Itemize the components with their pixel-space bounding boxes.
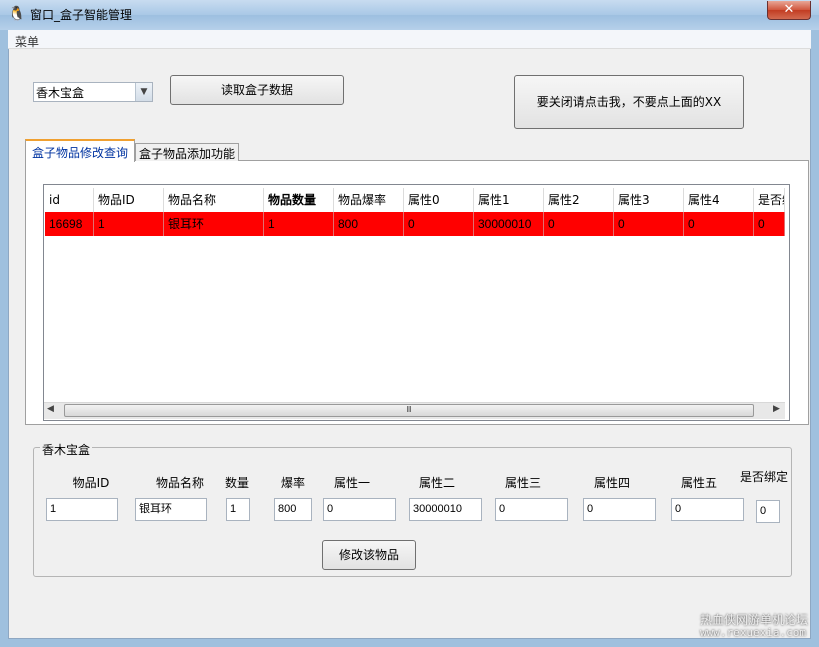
column-header[interactable]: 物品ID <box>94 188 164 212</box>
table-cell[interactable]: 800 <box>334 212 404 236</box>
menu-item[interactable]: 菜单 <box>15 33 39 50</box>
table-cell[interactable]: 银耳环 <box>164 212 264 236</box>
label-attr-5: 属性五 <box>680 476 717 490</box>
column-header[interactable]: 属性0 <box>404 188 474 212</box>
column-header[interactable]: 是否绑 <box>754 188 785 212</box>
read-box-data-button[interactable]: 读取盒子数据 <box>170 75 344 105</box>
column-header[interactable]: 物品数量 <box>264 188 334 212</box>
item-id-input[interactable]: 1 <box>46 498 118 521</box>
table-cell[interactable]: 0 <box>544 212 614 236</box>
box-select-value: 香木宝盒 <box>36 86 85 100</box>
label-attr-2: 属性二 <box>418 476 455 490</box>
table-cell[interactable]: 0 <box>404 212 474 236</box>
table-cell[interactable]: 0 <box>754 212 785 236</box>
table-cell[interactable]: 1 <box>264 212 334 236</box>
table-cell[interactable]: 16698 <box>45 212 94 236</box>
watermark-url: www.rexuexia.com <box>700 626 806 639</box>
tab-modify-query[interactable]: 盒子物品修改查询 <box>25 139 135 162</box>
label-attr-1: 属性一 <box>333 476 370 490</box>
label-drop-rate: 爆率 <box>280 476 305 490</box>
app-icon: 🐧 <box>8 6 26 22</box>
drop-rate-input[interactable]: 800 <box>274 498 312 521</box>
attr-4-input[interactable]: 0 <box>583 498 656 521</box>
table-cell[interactable]: 30000010 <box>474 212 544 236</box>
attr-3-input[interactable]: 0 <box>495 498 568 521</box>
close-button[interactable]: ✕ <box>767 1 811 20</box>
scrollbar-thumb[interactable]: Ⅲ <box>64 404 754 417</box>
column-header[interactable]: 物品爆率 <box>334 188 404 212</box>
close-app-button[interactable]: 要关闭请点击我，不要点上面的XX <box>514 75 744 129</box>
column-header[interactable]: 属性1 <box>474 188 544 212</box>
chevron-down-icon[interactable]: ▼ <box>135 83 152 101</box>
menu-bar <box>8 30 811 49</box>
quantity-input[interactable]: 1 <box>226 498 250 521</box>
label-item-name: 物品名称 <box>155 476 204 490</box>
window-title: 窗口_盒子智能管理 <box>30 8 133 22</box>
modify-item-button[interactable]: 修改该物品 <box>322 540 416 570</box>
scroll-right-icon[interactable]: ▶ <box>773 404 780 414</box>
column-header[interactable]: 属性4 <box>684 188 754 212</box>
tab-add-items[interactable]: 盒子物品添加功能 <box>135 143 239 161</box>
attr-2-input[interactable]: 30000010 <box>409 498 482 521</box>
label-quantity: 数量 <box>224 476 249 490</box>
table-cell[interactable]: 1 <box>94 212 164 236</box>
column-header[interactable]: id <box>45 188 94 212</box>
group-title: 香木宝盒 <box>40 441 93 458</box>
column-header[interactable]: 属性2 <box>544 188 614 212</box>
item-name-input[interactable]: 银耳环 <box>135 498 207 521</box>
scroll-left-icon[interactable]: ◀ <box>47 404 54 414</box>
table-cell[interactable]: 0 <box>684 212 754 236</box>
bound-input[interactable]: 0 <box>756 500 780 523</box>
column-header[interactable]: 属性3 <box>614 188 684 212</box>
attr-5-input[interactable]: 0 <box>671 498 744 521</box>
label-attr-4: 属性四 <box>593 476 630 490</box>
table-cell[interactable]: 0 <box>614 212 684 236</box>
label-item-id: 物品ID <box>72 476 110 490</box>
label-bound: 是否绑定 <box>739 470 788 484</box>
label-attr-3: 属性三 <box>504 476 541 490</box>
attr-1-input[interactable]: 0 <box>323 498 396 521</box>
column-header[interactable]: 物品名称 <box>164 188 264 212</box>
